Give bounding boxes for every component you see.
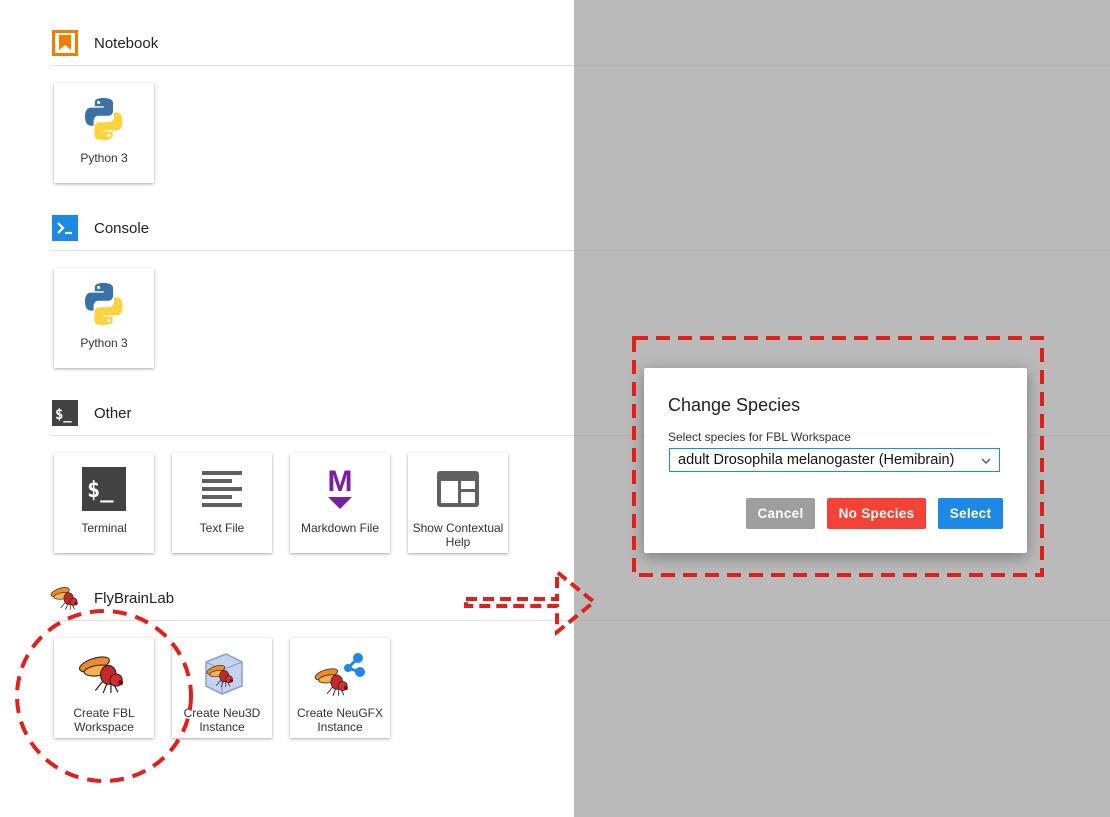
card-create-neu3d-instance[interactable]: Create Neu3D Instance [172, 638, 272, 738]
select-button[interactable]: Select [938, 498, 1003, 529]
section-header-notebook: Notebook [52, 28, 158, 58]
chevron-down-icon [981, 451, 991, 474]
card-contextual-help[interactable]: Show Contextual Help [408, 453, 508, 553]
section-header-console: Console [52, 213, 149, 243]
section-title-flybrainlab: FlyBrainLab [94, 589, 175, 607]
card-label: Python 3 [80, 151, 128, 165]
text-lines-icon [196, 463, 248, 515]
terminal-icon: $_ [52, 400, 78, 426]
svg-text:$_: $_ [87, 478, 114, 503]
change-species-dialog: Change Species Select species for FBL Wo… [644, 368, 1027, 553]
card-notebook-python3[interactable]: Python 3 [54, 83, 154, 183]
section-header-other: $_ Other [52, 398, 132, 428]
card-text-file[interactable]: Text File [172, 453, 272, 553]
card-label: Text File [199, 521, 245, 535]
card-label: Markdown File [300, 521, 380, 535]
terminal-icon: $_ [78, 463, 130, 515]
python-logo-icon [78, 93, 130, 145]
species-select[interactable]: adult Drosophila melanogaster (Hemibrain… [669, 448, 1000, 472]
cancel-button[interactable]: Cancel [746, 498, 815, 529]
section-title-notebook: Notebook [94, 34, 159, 52]
card-label: Show Contextual Help [412, 521, 504, 549]
fly-icon [78, 648, 130, 700]
card-console-python3[interactable]: Python 3 [54, 268, 154, 368]
window-panel-icon [432, 463, 484, 515]
card-label: Create NeuGFX Instance [296, 706, 384, 734]
svg-text:M: M [328, 465, 353, 498]
section-title-console: Console [94, 219, 150, 237]
markdown-m-icon: M [314, 463, 366, 515]
notebook-bookmark-icon [52, 30, 78, 56]
card-markdown-file[interactable]: M Markdown File [290, 453, 390, 553]
python-logo-icon [78, 278, 130, 330]
card-terminal[interactable]: $_ Terminal [54, 453, 154, 553]
card-label: Create FBL Workspace [73, 706, 135, 734]
card-create-neugfx-instance[interactable]: Create NeuGFX Instance [290, 638, 390, 738]
species-select-label: Select species for FBL Workspace [668, 430, 851, 444]
console-prompt-icon [52, 215, 78, 241]
card-label: Create Neu3D Instance [183, 706, 261, 734]
fly-cube-icon [196, 648, 248, 700]
section-title-other: Other [94, 404, 132, 422]
svg-text:$_: $_ [55, 407, 72, 423]
dialog-title: Change Species [668, 395, 801, 415]
card-label: Terminal [81, 521, 127, 535]
fly-icon [50, 585, 82, 611]
section-header-flybrainlab: FlyBrainLab [50, 583, 174, 613]
card-create-fbl-workspace[interactable]: Create FBL Workspace [54, 638, 154, 738]
card-label: Python 3 [80, 336, 128, 350]
fly-graph-icon [314, 648, 366, 700]
no-species-button[interactable]: No Species [827, 498, 926, 529]
species-select-value: adult Drosophila melanogaster (Hemibrain… [678, 452, 955, 468]
